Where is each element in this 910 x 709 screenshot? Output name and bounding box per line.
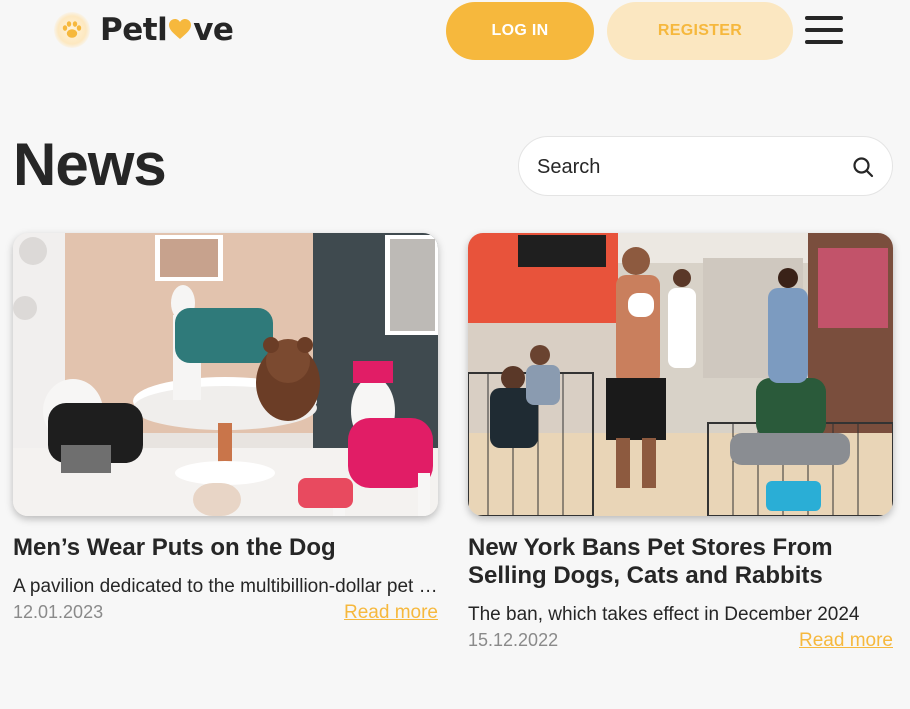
search-box[interactable] [518, 136, 893, 196]
logo-wordmark: Petl ve [100, 11, 234, 48]
read-more-link[interactable]: Read more [799, 630, 893, 652]
news-footer: 15.12.2022 Read more [468, 630, 893, 652]
logo-text-end: ve [193, 11, 234, 48]
news-excerpt: The ban, which takes effect in December … [468, 604, 860, 625]
page-title: News [13, 131, 167, 198]
search-icon[interactable] [852, 156, 874, 178]
news-card: Men’s Wear Puts on the Dog A pavilion de… [13, 233, 438, 624]
news-title: New York Bans Pet Stores From Selling Do… [468, 534, 833, 589]
news-card: New York Bans Pet Stores From Selling Do… [468, 233, 893, 652]
login-button[interactable]: LOG IN [446, 2, 594, 60]
search-input[interactable] [537, 149, 837, 185]
hamburger-menu-icon[interactable] [805, 16, 843, 44]
paw-icon [54, 12, 90, 48]
news-image-dog-mannequins [13, 233, 438, 516]
site-header: Petl ve LOG IN REGISTER [0, 0, 910, 62]
site-logo[interactable]: Petl ve [54, 11, 234, 48]
news-image-pet-store [468, 233, 893, 516]
news-title: Men’s Wear Puts on the Dog [13, 534, 336, 561]
news-date: 12.01.2023 [13, 602, 104, 622]
heart-icon [168, 15, 192, 46]
news-footer: 12.01.2023 Read more [13, 602, 438, 624]
news-date: 15.12.2022 [468, 630, 559, 650]
read-more-link[interactable]: Read more [344, 602, 438, 624]
news-excerpt: A pavilion dedicated to the multibillion… [13, 576, 438, 597]
logo-text-start: Petl [100, 11, 168, 48]
register-button[interactable]: REGISTER [607, 2, 793, 60]
